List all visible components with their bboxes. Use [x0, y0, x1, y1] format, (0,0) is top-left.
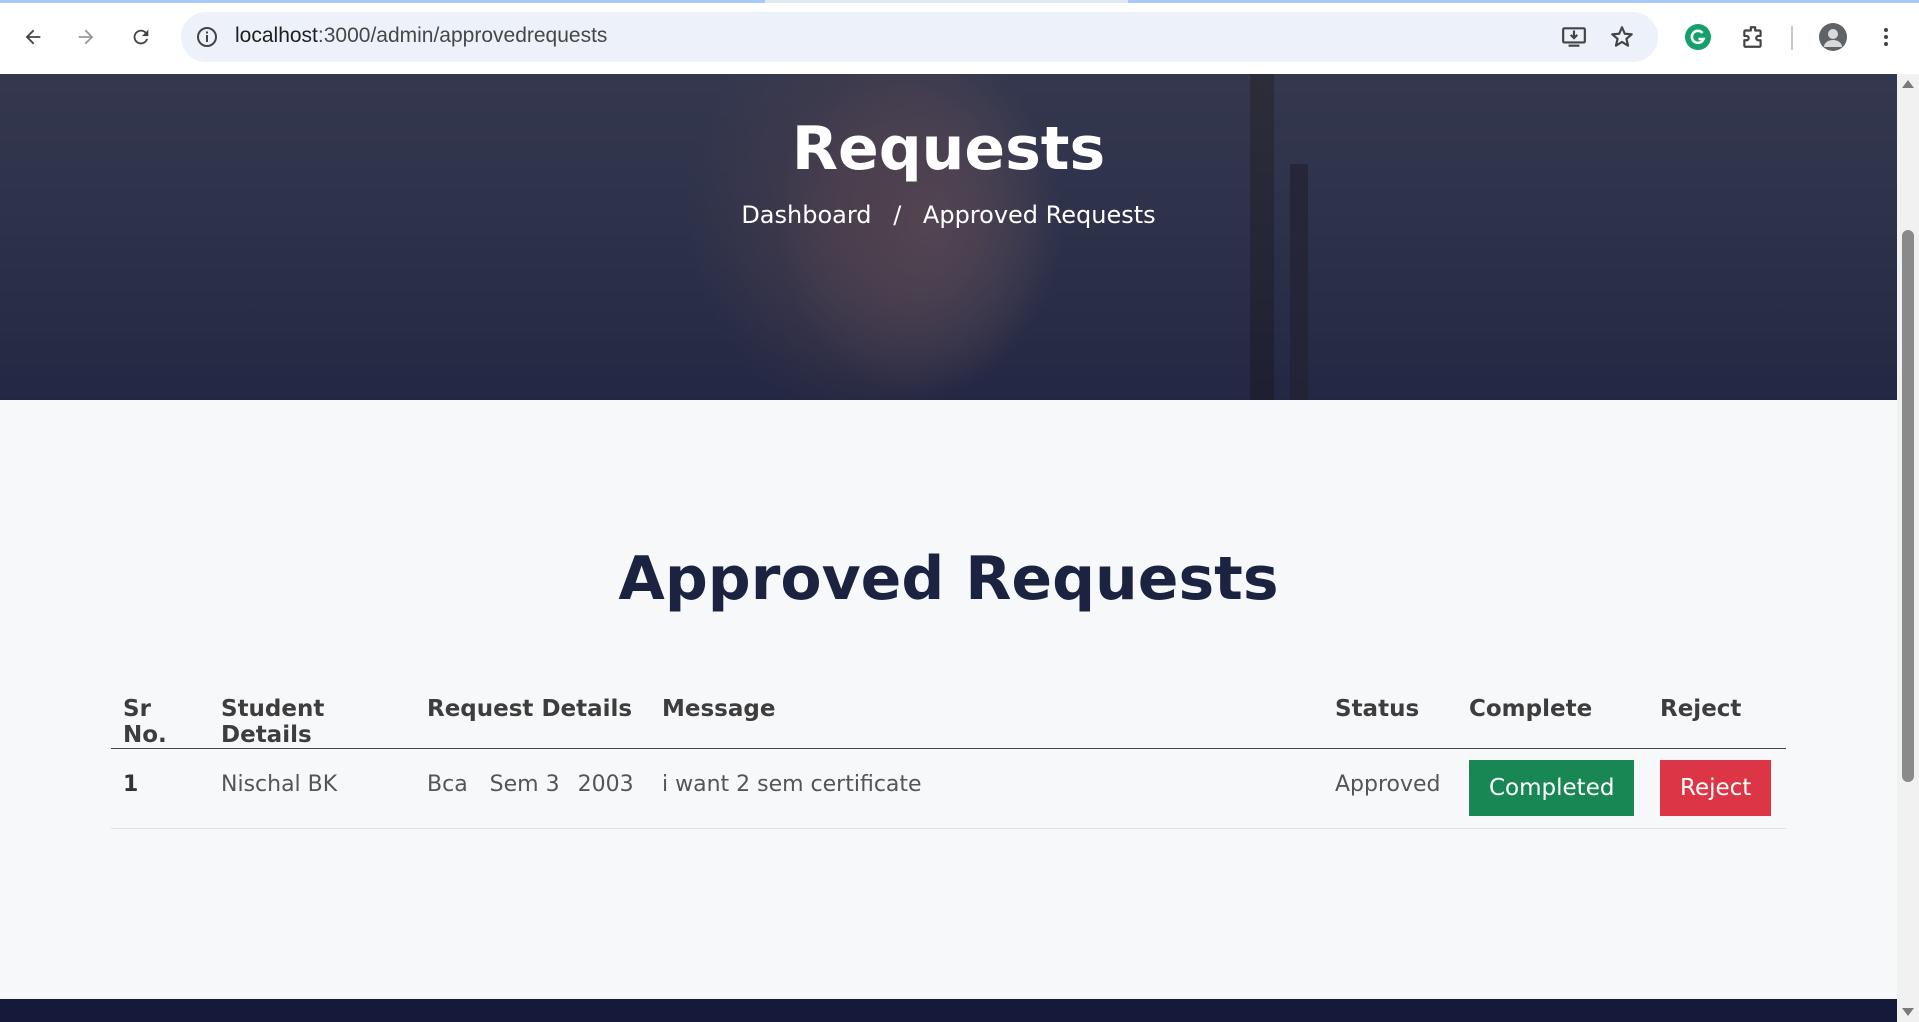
breadcrumb-current: Approved Requests [922, 201, 1156, 229]
header-complete: Complete [1457, 686, 1648, 749]
page-scrollbar[interactable] [1897, 74, 1919, 1022]
profile-button[interactable] [1815, 19, 1851, 55]
menu-icon [1884, 28, 1888, 46]
row-complete-cell: Completed [1457, 748, 1648, 829]
address-bar[interactable]: localhost:3000/admin/approvedrequests [181, 12, 1658, 62]
scrollbar-thumb[interactable] [1902, 230, 1914, 782]
header-sr-no: Sr No. [111, 686, 209, 749]
reject-button[interactable]: Reject [1660, 760, 1772, 816]
breadcrumb-separator: / [893, 201, 902, 229]
header-student-details: Student Details [209, 686, 415, 749]
tab-strip [0, 0, 1919, 3]
hero-banner: Requests Dashboard / Approved Requests [0, 74, 1897, 400]
profile-avatar [1819, 23, 1847, 51]
url-text: localhost:3000/admin/approvedrequests [235, 24, 608, 47]
forward-button[interactable] [68, 19, 104, 55]
breadcrumb-dashboard-link[interactable]: Dashboard [741, 201, 871, 229]
reload-button[interactable] [123, 19, 159, 55]
row-year: 2003 [577, 772, 634, 797]
row-semester: Sem 3 [489, 772, 560, 797]
info-icon[interactable] [195, 25, 219, 49]
footer [0, 999, 1897, 1022]
back-icon [25, 29, 41, 45]
reload-icon [133, 29, 149, 45]
row-sr-no: 1 [111, 748, 209, 829]
page-title: Requests [791, 114, 1106, 184]
table-row: 1 Nischal BK Bca Sem 3 2003 i want 2 sem c… [111, 748, 1786, 829]
header-request-details: Request Details [415, 686, 650, 749]
star-icon[interactable] [1609, 24, 1635, 50]
extensions-button[interactable] [1735, 19, 1771, 55]
row-request-details: Bca Sem 3 2003 [415, 748, 650, 829]
grammarly-icon [1685, 24, 1711, 50]
header-status: Status [1323, 686, 1457, 749]
row-message: i want 2 sem certificate [650, 748, 1323, 829]
page-viewport: Requests Dashboard / Approved Requests A… [0, 74, 1897, 1022]
extensions-icon [1743, 26, 1762, 48]
browser-menu-button[interactable] [1868, 19, 1904, 55]
row-student-name: Nischal BK [209, 748, 415, 829]
install-icon[interactable] [1561, 24, 1587, 50]
forward-icon [78, 29, 94, 45]
breadcrumb: Dashboard / Approved Requests [0, 201, 1897, 229]
header-reject: Reject [1648, 686, 1786, 749]
toolbar-divider [1791, 26, 1793, 50]
back-button[interactable] [15, 19, 51, 55]
table-header-row: Sr No. Student Details Request Details M… [111, 686, 1786, 749]
scroll-up-arrow-icon[interactable] [1902, 80, 1914, 88]
grammarly-extension[interactable] [1680, 19, 1716, 55]
approved-requests-table: Sr No. Student Details Request Details M… [111, 686, 1786, 829]
header-message: Message [650, 686, 1323, 749]
row-reject-cell: Reject [1648, 748, 1786, 829]
row-status: Approved [1323, 748, 1457, 829]
scroll-down-arrow-icon[interactable] [1902, 1008, 1914, 1016]
row-course: Bca [427, 772, 468, 797]
completed-button[interactable]: Completed [1469, 760, 1635, 816]
browser-toolbar: localhost:3000/admin/approvedrequests [0, 0, 1919, 74]
section-heading: Approved Requests [618, 544, 1279, 614]
